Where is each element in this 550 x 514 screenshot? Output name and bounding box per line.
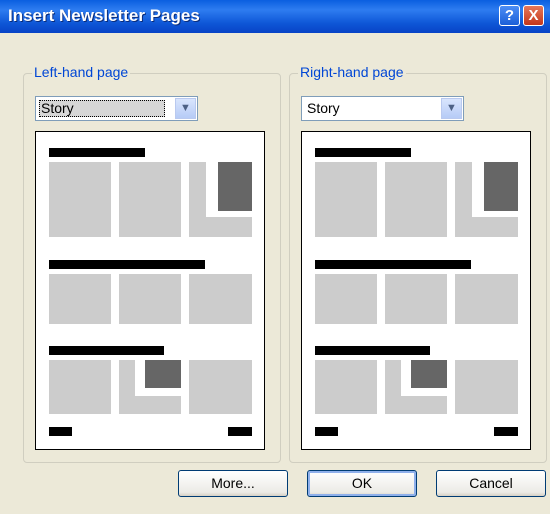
right-hand-page-select[interactable]: Story ▼ bbox=[301, 96, 464, 121]
left-hand-page-selected-value: Story bbox=[39, 100, 165, 117]
footer-bar bbox=[228, 427, 252, 436]
chevron-down-icon[interactable]: ▼ bbox=[175, 98, 196, 119]
image-placeholder bbox=[145, 360, 181, 388]
chevron-down-icon[interactable]: ▼ bbox=[441, 98, 462, 119]
window-title: Insert Newsletter Pages bbox=[8, 6, 200, 25]
headline-bar bbox=[315, 260, 471, 269]
text-column-block bbox=[119, 162, 181, 237]
ok-button[interactable]: OK bbox=[307, 470, 417, 497]
left-hand-page-select[interactable]: Story ▼ bbox=[35, 96, 198, 121]
text-column-block bbox=[455, 274, 518, 324]
headline-bar bbox=[315, 346, 430, 355]
text-column-block bbox=[189, 360, 252, 414]
text-column-block bbox=[49, 274, 111, 324]
text-column-block bbox=[385, 274, 447, 324]
left-page-preview bbox=[35, 131, 265, 450]
text-column-block bbox=[385, 162, 447, 237]
text-column-block bbox=[189, 274, 252, 324]
text-column-block bbox=[119, 274, 181, 324]
footer-bar bbox=[494, 427, 518, 436]
image-placeholder bbox=[411, 360, 447, 388]
text-column-block bbox=[49, 162, 111, 237]
right-hand-page-selected-value: Story bbox=[307, 100, 340, 116]
left-hand-page-label: Left-hand page bbox=[32, 64, 131, 80]
close-button[interactable]: X bbox=[523, 5, 544, 26]
text-column-block bbox=[315, 360, 377, 414]
title-bar[interactable]: Insert Newsletter Pages ? X bbox=[0, 0, 550, 33]
headline-bar bbox=[49, 260, 205, 269]
text-column-block bbox=[455, 360, 518, 414]
headline-bar bbox=[315, 148, 411, 157]
text-column-block bbox=[49, 360, 111, 414]
more-button[interactable]: More... bbox=[178, 470, 288, 497]
right-page-preview bbox=[301, 131, 531, 450]
cancel-button[interactable]: Cancel bbox=[436, 470, 546, 497]
text-column-block bbox=[315, 162, 377, 237]
insert-newsletter-pages-dialog: Insert Newsletter Pages ? X Left-hand pa… bbox=[0, 0, 550, 514]
image-placeholder bbox=[484, 162, 518, 211]
footer-bar bbox=[49, 427, 72, 436]
footer-bar bbox=[315, 427, 338, 436]
left-hand-page-group: Left-hand page Story ▼ bbox=[23, 64, 281, 463]
help-button[interactable]: ? bbox=[499, 5, 520, 26]
headline-bar bbox=[49, 148, 145, 157]
image-placeholder bbox=[218, 162, 252, 211]
text-column-block bbox=[315, 274, 377, 324]
right-hand-page-group: Right-hand page Story ▼ bbox=[289, 64, 547, 463]
right-hand-page-label: Right-hand page bbox=[298, 64, 406, 80]
headline-bar bbox=[49, 346, 164, 355]
